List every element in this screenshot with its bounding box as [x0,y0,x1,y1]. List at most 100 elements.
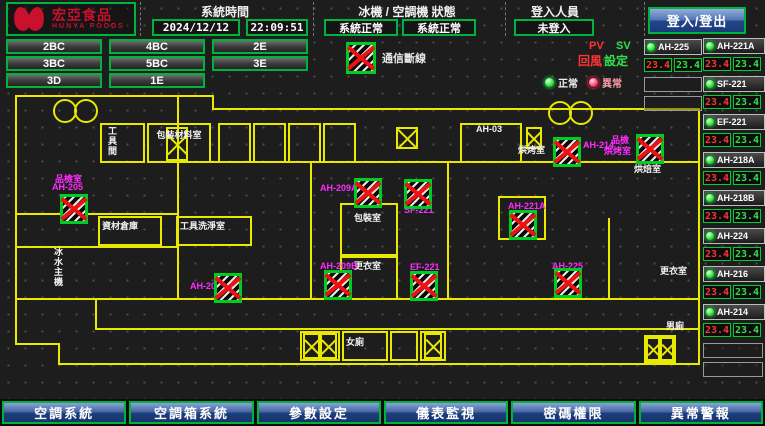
wall-segment [58,363,700,365]
floor-button[interactable]: 3E [212,56,308,71]
room-outline [340,203,398,256]
status-led-icon [705,307,715,317]
ahu-comm-loss-icon[interactable] [410,271,438,301]
pv-name-label: 回風 [578,52,602,69]
floor-button[interactable]: 1E [109,73,205,88]
wall-segment [58,343,60,365]
pv-value: 23.4 [644,58,672,72]
equipment-row-top[interactable]: AH-225 23.4 23.4 [644,39,702,72]
nav-button[interactable]: 密碼權限 [511,401,635,424]
floorplan: AH-03工具間包裝材料室烘烤室烘焙室包裝室更衣室更衣室資材倉庫工具洗淨室冰水主… [0,88,702,398]
hmi-screen: 宏亞食品 HUNYA FOODS 系統時間 2024/12/12 22:09:5… [0,0,765,426]
wall-segment [95,298,97,330]
equipment-name: SF-221 [703,76,765,92]
floor-button[interactable]: 3BC [6,56,102,71]
equipment-label: AH-214 [717,307,748,317]
nav-button[interactable]: 異常警報 [639,401,763,424]
ahu-comm-loss-icon[interactable] [324,270,352,300]
wall-segment [15,246,179,248]
equipment-name: EF-221 [703,114,765,130]
sv-header-label: SV [616,40,631,52]
wall-segment [608,218,610,300]
equipment-row[interactable]: AH-216 23.4 23.4 [703,266,765,299]
wall-segment [95,328,700,330]
ahu-comm-loss-icon[interactable] [509,210,537,240]
wall-segment [15,95,17,345]
equipment-label: EF-221 [717,117,747,127]
stair-shaft-icon [646,337,660,361]
sv-value: 23.4 [733,133,761,147]
room-label: 資材倉庫 [102,221,138,231]
stair-shaft-icon [660,337,674,361]
header-divider [505,2,506,36]
equipment-name: AH-214 [703,304,765,320]
room-label: 更衣室 [354,261,381,271]
stair-shaft-icon [320,333,337,359]
floor-button[interactable]: 3D [6,73,102,88]
status-led-icon [705,193,715,203]
room-label: 女廁 [346,337,364,347]
equipment-name: AH-224 [703,228,765,244]
sv-value: 23.4 [733,323,761,337]
room-outline [323,123,356,163]
floor-button[interactable]: 4BC [109,39,205,54]
login-user-label: 登入人員 [510,3,600,20]
ahu-comm-loss-icon[interactable] [553,137,581,167]
nav-button[interactable]: 空調系統 [2,401,126,424]
ahu-comm-loss-icon[interactable] [354,178,382,208]
equipment-row[interactable]: AH-214 23.4 23.4 [703,304,765,337]
chiller-status-display: 系統正常 [324,19,398,36]
wall-segment [212,95,214,110]
status-led-icon [705,269,715,279]
equipment-row[interactable]: AH-221A 23.4 23.4 [703,38,765,71]
ahu-comm-loss-icon[interactable] [554,268,582,298]
nav-button[interactable]: 儀表監視 [384,401,508,424]
room-label: 更衣室 [660,266,687,276]
status-led-icon [705,41,715,51]
room-label: 工具洗淨室 [180,221,225,231]
wall-segment [447,161,449,300]
equipment-label: SF-221 [717,79,747,89]
empty-slot [703,362,763,377]
room-label: 工具間 [107,126,117,156]
pv-value: 23.4 [703,285,731,299]
ahu-comm-loss-icon[interactable] [404,179,432,209]
room-outline [218,123,251,163]
chiller-ahu-status-label: 冰機 / 空調機 狀態 [316,3,498,20]
pv-value: 23.4 [703,209,731,223]
login-logout-button[interactable]: 登入/登出 [648,7,746,34]
ahu-comm-loss-icon[interactable] [214,273,242,303]
equipment-row[interactable]: AH-224 23.4 23.4 [703,228,765,261]
room-label: 烘焙室 [634,164,661,174]
pv-value: 23.4 [703,57,731,71]
unit-label: 烘烤室 [604,144,631,157]
equipment-row[interactable]: AH-218A 23.4 23.4 [703,152,765,185]
nav-button[interactable]: 參數設定 [257,401,381,424]
nav-button[interactable]: 空調箱系統 [129,401,253,424]
login-state-display: 未登入 [514,19,594,36]
floor-button[interactable]: 2E [212,39,308,54]
stair-shaft-icon [396,127,418,149]
floor-button[interactable]: 2BC [6,39,102,54]
equipment-label: AH-218B [717,193,755,203]
floor-button[interactable]: 5BC [109,56,205,71]
unit-label: AH-209A [320,183,358,193]
equipment-name: AH-218B [703,190,765,206]
hearts-logo-icon [12,5,52,33]
wall-segment [310,161,312,300]
equipment-row[interactable]: SF-221 23.4 23.4 [703,76,765,109]
room-label: 冰水主機 [53,247,63,287]
stair-shaft-icon [424,333,442,359]
wall-segment [698,108,700,365]
equipment-name: AH-225 [644,39,702,55]
ahu-comm-loss-icon[interactable] [60,194,88,224]
equipment-label: AH-221A [717,41,755,51]
equipment-list: AH-221A 23.4 23.4 SF-221 23.4 23.4 [703,38,765,342]
equipment-row[interactable]: EF-221 23.4 23.4 [703,114,765,147]
wall-segment [212,108,700,110]
comm-loss-label: 通信斷線 [382,50,426,66]
ahu-comm-loss-icon[interactable] [636,134,664,164]
status-led-icon [705,155,715,165]
wall-segment [15,95,214,97]
equipment-row[interactable]: AH-218B 23.4 23.4 [703,190,765,223]
